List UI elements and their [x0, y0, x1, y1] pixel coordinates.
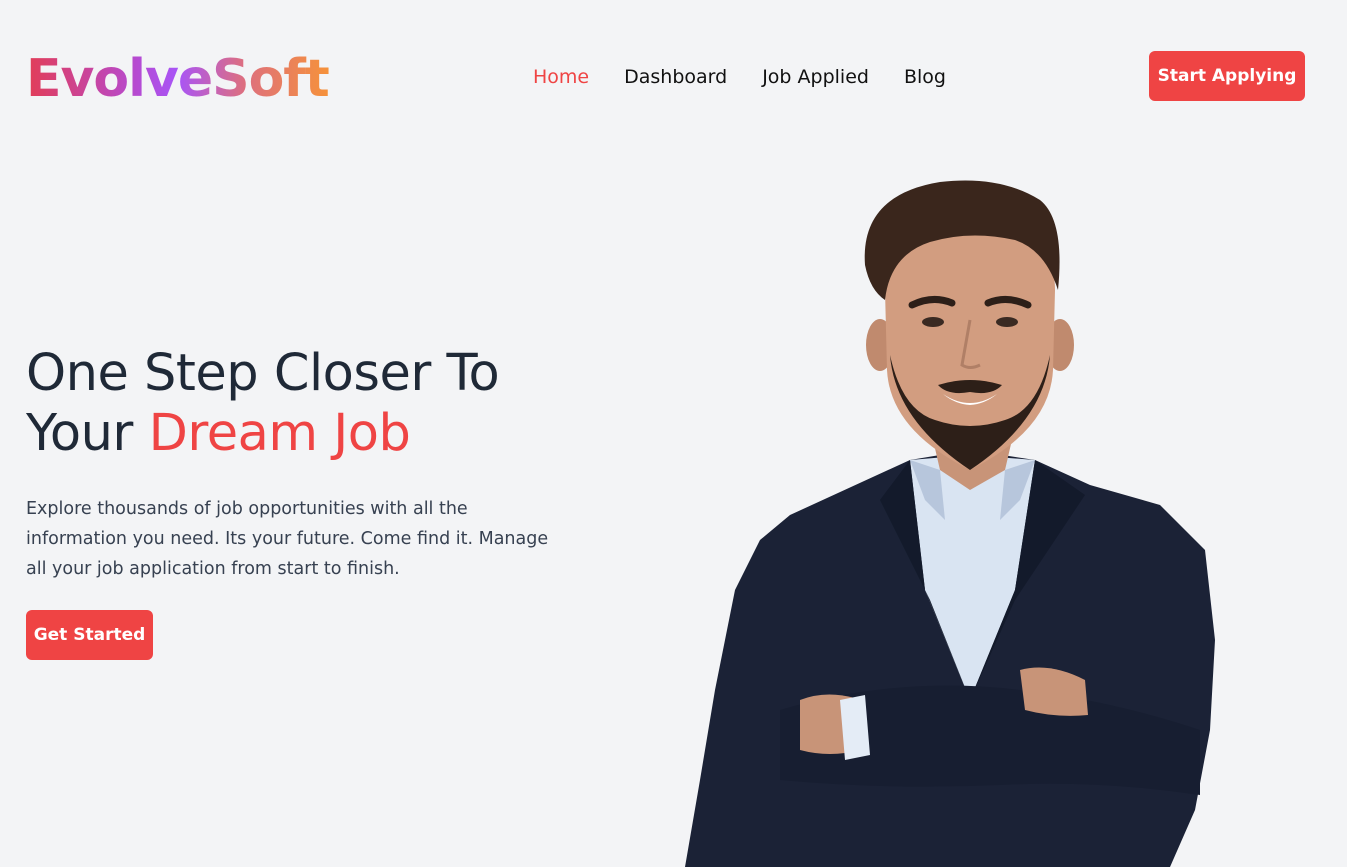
nav-link-dashboard[interactable]: Dashboard [624, 64, 727, 90]
hero-description: Explore thousands of job opportunities w… [26, 499, 549, 579]
hero-section: One Step Closer To Your Dream Job Explore… [26, 344, 586, 584]
navbar: EvolveSoft Home Dashboard Job Applied Bl… [0, 0, 1347, 155]
start-applying-button[interactable]: Start Applying [1149, 51, 1305, 101]
hero-title-line1: One Step Closer To [26, 344, 500, 403]
main-nav: Home Dashboard Job Applied Blog [533, 64, 946, 90]
hero-title: One Step Closer To Your Dream Job [26, 344, 586, 464]
hero-title-accent: Dream Job [148, 404, 411, 463]
brand-logo[interactable]: EvolveSoft [26, 46, 330, 112]
nav-link-job-applied[interactable]: Job Applied [762, 64, 869, 90]
hero-title-line2-prefix: Your [26, 404, 149, 463]
hero-person-image [640, 170, 1280, 867]
nav-link-blog[interactable]: Blog [904, 64, 946, 90]
get-started-button[interactable]: Get Started [26, 610, 153, 660]
nav-link-home[interactable]: Home [533, 64, 589, 90]
